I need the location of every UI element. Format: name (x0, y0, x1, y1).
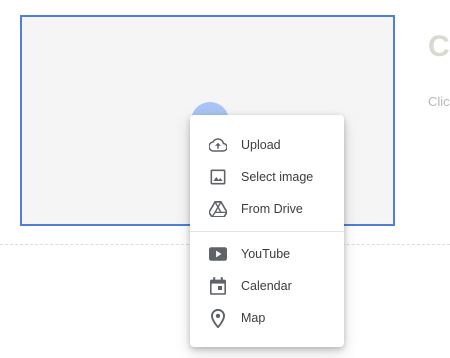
menu-item-label: From Drive (241, 202, 303, 216)
menu-item-label: Upload (241, 138, 281, 152)
menu-item-label: Map (241, 311, 266, 325)
menu-item-map[interactable]: Map (190, 302, 344, 334)
menu-divider (190, 231, 344, 232)
youtube-icon (208, 244, 228, 264)
image-icon (208, 167, 228, 187)
menu-item-label: Select image (241, 170, 314, 184)
drive-icon (208, 199, 228, 219)
calendar-icon (208, 276, 228, 296)
menu-item-youtube[interactable]: YouTube (190, 238, 344, 270)
map-pin-icon (208, 308, 228, 328)
insert-menu: Upload Select image From Drive YouTube C… (190, 115, 344, 347)
page-subtext[interactable]: Clicl (428, 94, 450, 109)
menu-item-label: YouTube (241, 247, 291, 261)
menu-item-calendar[interactable]: Calendar (190, 270, 344, 302)
menu-item-select-image[interactable]: Select image (190, 161, 344, 193)
page-heading[interactable]: Cl (428, 30, 450, 64)
menu-item-upload[interactable]: Upload (190, 129, 344, 161)
menu-item-label: Calendar (241, 279, 292, 293)
editor-canvas: Cl Clicl Upload Select image (0, 0, 450, 358)
cloud-upload-icon (208, 135, 228, 155)
menu-item-from-drive[interactable]: From Drive (190, 193, 344, 225)
